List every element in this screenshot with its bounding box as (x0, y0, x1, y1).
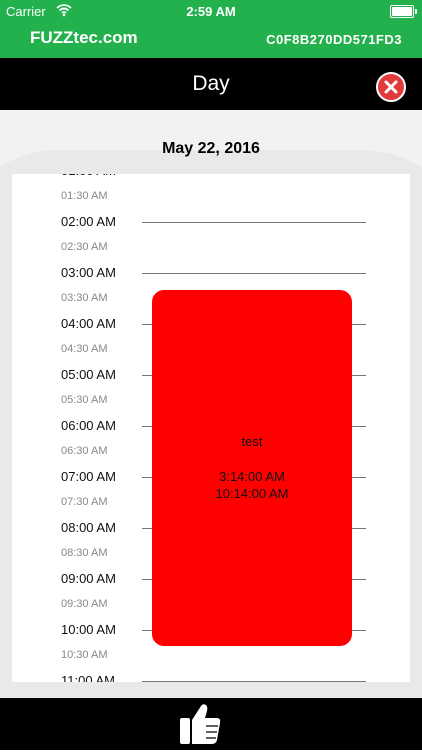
thumbs-up-button[interactable] (175, 700, 225, 748)
half-hour-label: 03:30 AM (61, 291, 108, 304)
event-start-time: 3:14:00 AM (219, 469, 285, 484)
hour-label: 08:00 AM (61, 520, 116, 535)
hour-label: 10:00 AM (61, 622, 116, 637)
hour-label: 09:00 AM (61, 571, 116, 586)
hour-label: 06:00 AM (61, 418, 116, 433)
event-end-time: 10:14:00 AM (215, 486, 289, 501)
day-content: May 22, 2016 01:00 AM 01:30 AM 02:00 AM 02:… (0, 110, 422, 698)
hour-label: 01:00 AM (61, 174, 116, 178)
half-hour-label: 06:30 AM (61, 444, 108, 457)
half-hour-label: 08:30 AM (61, 546, 108, 559)
thumbs-up-icon (180, 704, 221, 744)
hour-gridline (142, 273, 366, 274)
close-button[interactable] (376, 72, 406, 102)
half-hour-label: 09:30 AM (61, 597, 108, 610)
event-block[interactable]: test 3:14:00 AM 10:14:00 AM (152, 290, 352, 646)
half-hour-label: 07:30 AM (61, 495, 108, 508)
status-bar: Carrier 2:59 AM (0, 0, 422, 22)
bottom-bar (0, 698, 422, 750)
battery-icon (390, 5, 417, 18)
half-hour-label: 04:30 AM (61, 342, 108, 355)
device-id: C0F8B270DD571FD3 (266, 32, 402, 47)
half-hour-label: 10:30 AM (61, 648, 108, 661)
event-name: test (241, 434, 263, 449)
half-hour-label: 05:30 AM (61, 393, 108, 406)
status-time: 2:59 AM (186, 4, 236, 19)
hour-label: 04:00 AM (61, 316, 116, 331)
half-hour-label: 02:30 AM (61, 240, 108, 253)
hour-label: 07:00 AM (61, 469, 116, 484)
page-title: Day (192, 72, 230, 95)
close-x-icon (384, 80, 398, 94)
hour-gridline (142, 222, 366, 223)
half-hour-label: 01:30 AM (61, 189, 108, 202)
brand-bar: FUZZtec.com C0F8B270DD571FD3 (0, 22, 422, 58)
hour-label: 11:00 AM (61, 673, 115, 682)
date-header: May 22, 2016 (162, 140, 260, 157)
brand-name: FUZZtec.com (30, 28, 138, 47)
day-schedule[interactable]: 01:00 AM 01:30 AM 02:00 AM 02:30 AM 03:00 AM… (12, 174, 410, 682)
nav-bar: Day (0, 58, 422, 110)
hour-label: 05:00 AM (61, 367, 116, 382)
hour-label: 03:00 AM (61, 265, 116, 280)
hour-label: 02:00 AM (61, 214, 116, 229)
hour-gridline (142, 681, 366, 682)
